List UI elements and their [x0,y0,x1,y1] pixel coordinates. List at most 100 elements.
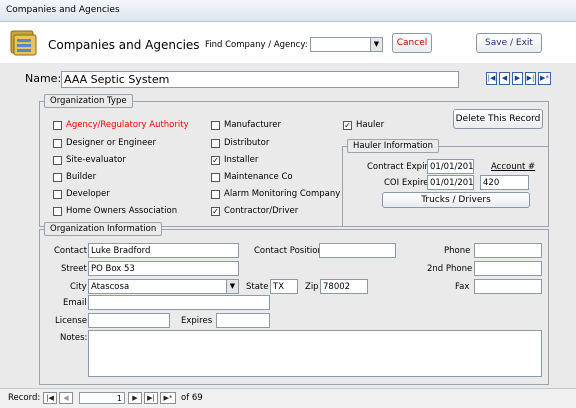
checkbox-distributor[interactable] [211,139,220,148]
save-exit-button[interactable]: Save / Exit [476,33,542,53]
street-field[interactable]: PO Box 53 [88,261,239,276]
checkbox-maintenance[interactable] [211,173,220,182]
state-field[interactable]: TX [270,279,298,294]
label-agency: Agency/Regulatory Authority [66,120,189,130]
header-title: Companies and Agencies [48,38,200,52]
find-combo[interactable]: ▼ [310,37,383,52]
record-new-button[interactable]: ▶* [160,392,176,404]
license-label: License [55,316,88,326]
record-first-button[interactable]: |◀ [43,392,57,404]
checkbox-hauler[interactable]: ✓ [343,121,352,130]
contract-expires-field[interactable]: 01/01/2010 [427,159,474,174]
phone2-field[interactable] [474,261,542,276]
nav-last-button[interactable]: ▶| [525,72,536,85]
expires-field[interactable] [216,313,270,328]
cancel-button[interactable]: Cancel [392,33,432,53]
delete-record-button[interactable]: Delete This Record [453,109,543,129]
city-value: Atascosa [91,282,130,292]
license-field[interactable] [88,313,170,328]
zip-value: 78002 [323,282,351,292]
contact-position-field[interactable] [319,243,396,258]
cancel-label: Cancel [396,38,428,48]
checkbox-installer[interactable]: ✓ [211,156,220,165]
label-designer: Designer or Engineer [66,138,157,148]
nav-prev-button[interactable]: ◀ [499,72,510,85]
street-label: Street [61,264,87,274]
account-value: 420 [483,178,500,188]
record-current-value: 1 [116,394,122,403]
record-last-button[interactable]: ▶| [144,392,158,404]
state-label: State [246,282,269,292]
name-label: Name: [25,72,62,85]
label-maintenance: Maintenance Co [224,172,293,182]
label-installer: Installer [224,155,259,165]
city-label: City [70,282,87,292]
org-type-caption: Organization Type [44,94,133,108]
street-value: PO Box 53 [91,264,135,274]
state-value: TX [273,282,285,292]
name-field[interactable]: AAA Septic System [61,71,459,88]
trucks-drivers-button[interactable]: Trucks / Drivers [382,192,530,208]
coi-expires-value: 01/01/2010 [430,178,474,188]
checkbox-designer[interactable] [53,139,62,148]
record-navigation-bar: Record: |◀ ◀ 1 ▶ ▶| ▶* of 69 [0,388,576,408]
coi-expires-field[interactable]: 01/01/2010 [427,175,474,190]
email-label: Email [63,298,87,308]
city-combo[interactable]: Atascosa ▼ [88,279,239,294]
find-label: Find Company / Agency: [205,40,308,50]
phone-field[interactable] [474,243,542,258]
name-value: AAA Septic System [64,73,170,86]
nav-new-button[interactable]: ▶* [538,72,551,85]
chevron-down-icon[interactable]: ▼ [226,280,238,293]
email-field[interactable] [88,295,270,310]
contact-label: Contact [54,246,88,256]
coi-expires-label: COI Expires [384,178,433,188]
folders-icon [9,27,39,59]
chevron-down-icon[interactable]: ▼ [370,38,382,51]
delete-record-label: Delete This Record [455,114,541,124]
notes-field[interactable] [88,330,542,377]
checkbox-builder[interactable] [53,173,62,182]
label-hauler: Hauler [356,120,385,130]
window-titlebar: Companies and Agencies [0,0,576,22]
label-developer: Developer [66,189,110,199]
fax-field[interactable] [474,279,542,294]
nav-next-button[interactable]: ▶ [512,72,523,85]
label-hoa: Home Owners Association [66,206,178,216]
label-manufacturer: Manufacturer [224,120,281,130]
nav-first-button[interactable]: |◀ [486,72,497,85]
trucks-drivers-label: Trucks / Drivers [421,195,491,205]
checkbox-developer[interactable] [53,190,62,199]
checkbox-contractor[interactable]: ✓ [211,207,220,216]
save-exit-label: Save / Exit [485,38,533,48]
contract-expires-value: 01/01/2010 [430,162,474,172]
label-alarm: Alarm Monitoring Company [224,189,341,199]
contact-value: Luke Bradford [91,246,151,256]
hauler-caption: Hauler Information [347,139,439,153]
phone2-label: 2nd Phone [427,264,473,274]
record-next-button[interactable]: ▶ [128,392,142,404]
checkbox-hoa[interactable] [53,207,62,216]
checkbox-site-evaluator[interactable] [53,156,62,165]
label-contractor: Contractor/Driver [224,206,299,216]
contact-position-label: Contact Position [254,246,323,256]
zip-field[interactable]: 78002 [320,279,368,294]
checkbox-agency[interactable] [53,121,62,130]
fax-label: Fax [455,282,470,292]
record-current-field[interactable]: 1 [79,392,125,404]
window-title: Companies and Agencies [6,5,120,15]
expires-label: Expires [181,316,213,326]
record-label: Record: [8,393,41,403]
record-prev-button[interactable]: ◀ [59,392,73,404]
account-label: Account # [491,162,536,172]
notes-label: Notes: [60,333,88,343]
checkbox-alarm[interactable] [211,190,220,199]
zip-label: Zip [305,282,319,292]
contact-field[interactable]: Luke Bradford [88,243,239,258]
phone-label: Phone [444,246,471,256]
label-site-evaluator: Site-evaluator [66,155,126,165]
label-distributor: Distributor [224,138,270,148]
checkbox-manufacturer[interactable] [211,121,220,130]
account-field[interactable]: 420 [480,175,529,190]
label-builder: Builder [66,172,97,182]
